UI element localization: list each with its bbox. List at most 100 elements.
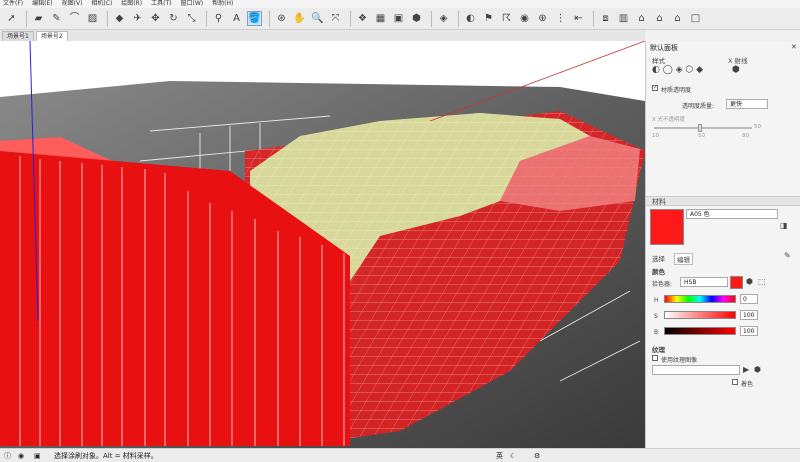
status-message: 选择涂刷对象。Alt = 材料采样。 <box>54 452 158 460</box>
opacity-label: X 光不透明度 <box>652 117 686 123</box>
close-icon[interactable]: ✕ <box>791 43 797 51</box>
model-scene <box>0 41 645 448</box>
look-around-icon[interactable]: ◉ <box>517 11 532 26</box>
eyedropper-icon[interactable]: ✎ <box>784 251 791 260</box>
orbit-icon[interactable]: ⊛ <box>274 11 289 26</box>
toolbar-divider <box>350 10 351 27</box>
transparency-label: 材质透明度 <box>661 87 692 94</box>
ruby-icon[interactable]: ◈ <box>436 11 451 26</box>
colorize-label: 着色 <box>741 381 754 388</box>
menu-edit[interactable]: 编辑(E) <box>32 0 52 8</box>
menu-window[interactable]: 窗口(W) <box>181 0 204 8</box>
transparency-checkbox[interactable]: ✓ <box>652 85 658 91</box>
walk-icon[interactable]: ☈ <box>499 11 514 26</box>
menu-tools[interactable]: 工具(T) <box>151 0 171 8</box>
push-pull-icon[interactable]: ◆ <box>112 11 127 26</box>
opacity-slider[interactable] <box>654 127 752 129</box>
browse-folder-icon[interactable]: ▶ <box>743 365 749 374</box>
tab-scene-1[interactable]: 场景号1 <box>2 31 34 41</box>
iso-view-icon[interactable]: ⧈ <box>598 11 613 26</box>
tab-edit[interactable]: 编辑 <box>674 253 693 265</box>
eraser-icon[interactable]: ▰ <box>31 11 46 26</box>
paint-bucket-icon[interactable]: 🪣 <box>247 11 262 26</box>
zoom-window-icon[interactable]: ⊕ <box>535 11 550 26</box>
zoom-extents-icon[interactable]: ⤧ <box>328 11 343 26</box>
menu-view[interactable]: 视图(V) <box>62 0 83 8</box>
toolbar-divider <box>206 10 207 27</box>
top-view-icon[interactable]: ▥ <box>616 11 631 26</box>
materials-header[interactable] <box>646 196 800 206</box>
ime-indicator[interactable]: 英 <box>496 449 503 462</box>
default-tray-panel: 默认面板 ✕ 样式 X 射线 ◐ ◯ ◈ ⬡ ◆ ⬢ ✓ 材质透明度 透明度质量… <box>645 41 800 448</box>
footprints-icon[interactable]: ⋮ <box>553 11 568 26</box>
warehouse-icon[interactable]: ❖ <box>355 11 370 26</box>
use-texture-label: 使用纹理图像 <box>661 357 698 364</box>
main-toolbar: ➚ ▰ ✎ ⌒ ▨ ◆ ✈ ✥ ↻ ⤡ ⚲ A 🪣 ⊛ ✋ 🔍 ⤧ ❖ ▦ ▣ … <box>0 8 800 30</box>
extension-icon[interactable]: ▦ <box>373 11 388 26</box>
tab-scene-2[interactable]: 场景号2 <box>35 31 68 41</box>
credits-icon[interactable]: ▣ <box>34 449 41 462</box>
opacity-slider-handle[interactable] <box>698 124 702 132</box>
materials-title: 材料 <box>652 198 666 206</box>
material-swatch <box>650 209 684 245</box>
xray-cube-icon[interactable]: ⬢ <box>732 65 740 75</box>
share-icon[interactable]: ⬢ <box>409 11 424 26</box>
texture-path-input[interactable] <box>652 365 740 375</box>
layout-icon[interactable]: ▣ <box>391 11 406 26</box>
tape-measure-icon[interactable]: ⚲ <box>211 11 226 26</box>
right-view-icon[interactable]: ⌂ <box>652 11 667 26</box>
panel-title: 默认面板 <box>650 44 678 52</box>
texture-editor-icon[interactable]: ⬢ <box>754 365 761 374</box>
sample-paint-icon[interactable]: ◨ <box>780 221 788 230</box>
colorize-checkbox[interactable] <box>732 379 738 385</box>
toolbar-divider <box>107 10 108 27</box>
match-model-icon[interactable]: ⬢ <box>746 277 753 286</box>
menu-draw[interactable]: 绘图(R) <box>121 0 142 8</box>
previous-view-icon[interactable]: ⇤ <box>571 11 586 26</box>
style-icons[interactable]: ◐ ◯ ◈ ⬡ ◆ <box>652 65 703 75</box>
pencil-line-icon[interactable]: ✎ <box>49 11 64 26</box>
select-arrow-icon[interactable]: ➚ <box>4 11 19 26</box>
zoom-icon[interactable]: 🔍 <box>310 11 325 26</box>
h-label: H <box>654 297 659 304</box>
tick-10: 10 <box>652 133 659 139</box>
info-icon[interactable]: ⓘ <box>4 449 11 462</box>
quality-select[interactable]: 更快 <box>726 99 768 109</box>
b-value-input[interactable]: 100 <box>740 326 758 336</box>
position-camera-icon[interactable]: ⚑ <box>481 11 496 26</box>
left-view-icon[interactable]: □ <box>688 11 703 26</box>
tab-select[interactable]: 选择 <box>652 253 665 263</box>
menu-help[interactable]: 帮助(H) <box>212 0 233 8</box>
model-viewport[interactable] <box>0 41 645 448</box>
move-icon[interactable]: ✥ <box>148 11 163 26</box>
match-screen-icon[interactable]: ⬚ <box>758 277 766 286</box>
menu-bar: 文件(F) 编辑(E) 视图(V) 相机(C) 绘图(R) 工具(T) 窗口(W… <box>0 0 800 8</box>
s-value-input[interactable]: 100 <box>740 310 758 320</box>
rotate-icon[interactable]: ↻ <box>166 11 181 26</box>
use-texture-checkbox[interactable] <box>652 355 658 361</box>
current-color-swatch <box>730 276 743 289</box>
section-plane-icon[interactable]: ◐ <box>463 11 478 26</box>
rectangle-icon[interactable]: ▨ <box>85 11 100 26</box>
toolbar-divider <box>593 10 594 27</box>
hue-slider[interactable] <box>664 295 736 303</box>
saturation-slider[interactable] <box>664 311 736 319</box>
material-name-input[interactable]: A05 色 <box>686 209 778 219</box>
menu-camera[interactable]: 相机(C) <box>91 0 112 8</box>
styles-label: 样式 <box>652 57 665 65</box>
pan-hand-icon[interactable]: ✋ <box>292 11 307 26</box>
back-view-icon[interactable]: ⌂ <box>670 11 685 26</box>
scale-icon[interactable]: ⤡ <box>184 11 199 26</box>
menu-file[interactable]: 文件(F) <box>3 0 23 8</box>
follow-me-icon[interactable]: ✈ <box>130 11 145 26</box>
front-view-icon[interactable]: ⌂ <box>634 11 649 26</box>
picker-select[interactable]: HSB <box>680 277 728 287</box>
h-value-input[interactable]: 0 <box>740 294 758 304</box>
settings-gear-icon[interactable]: ⚙ <box>534 449 540 462</box>
text-icon[interactable]: A <box>229 11 244 26</box>
toolbar-divider <box>431 10 432 27</box>
tick-80: 80 <box>742 133 749 139</box>
arc-icon[interactable]: ⌒ <box>67 11 82 26</box>
geo-icon[interactable]: ◉ <box>18 449 24 462</box>
brightness-slider[interactable] <box>664 327 736 335</box>
